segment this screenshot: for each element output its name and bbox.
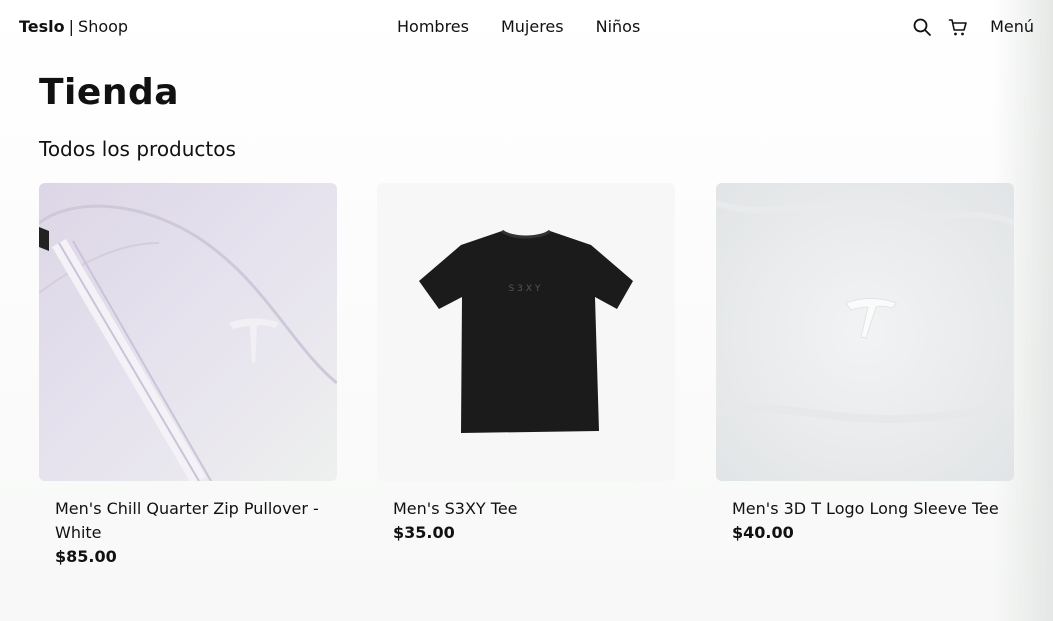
brand-suffix: Shoop [78,17,129,36]
product-card[interactable]: Men's 3D T Logo Long Sleeve Tee $40.00 [716,183,1014,542]
cart-icon[interactable] [948,17,968,37]
page-title: Tienda [39,72,180,113]
page-subtitle: Todos los productos [39,137,236,161]
product-image[interactable] [716,183,1014,481]
product-price: $35.00 [393,523,455,542]
svg-text:S3XY: S3XY [508,284,543,294]
top-navbar: Teslo | Shoop Hombres Mujeres Niños Menú [0,0,1053,56]
product-image[interactable] [39,183,337,481]
product-price: $40.00 [732,523,794,542]
product-name[interactable]: Men's 3D T Logo Long Sleeve Tee [732,497,1002,521]
nav-link-ninos[interactable]: Niños [596,17,641,37]
search-icon[interactable] [912,17,932,37]
product-image[interactable]: S3XY [377,183,675,481]
brand-logo[interactable]: Teslo | Shoop [19,17,128,37]
category-nav: Hombres Mujeres Niños [397,17,640,37]
product-name[interactable]: Men's Chill Quarter Zip Pullover - White [55,497,325,545]
product-card[interactable]: Men's Chill Quarter Zip Pullover - White… [39,183,337,566]
menu-button[interactable]: Menú [990,17,1034,37]
nav-link-hombres[interactable]: Hombres [397,17,469,37]
product-price: $85.00 [55,547,117,566]
brand-separator: | [68,17,75,36]
product-name[interactable]: Men's S3XY Tee [393,497,663,521]
product-card[interactable]: S3XY Men's S3XY Tee $35.00 [377,183,675,542]
nav-link-mujeres[interactable]: Mujeres [501,17,564,37]
brand-name: Teslo [19,17,65,36]
